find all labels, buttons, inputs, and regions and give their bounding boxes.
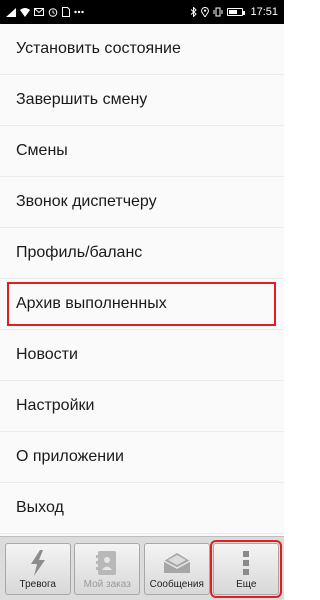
menu-item-exit[interactable]: Выход xyxy=(0,483,284,534)
alarm-button-label: Тревога xyxy=(19,578,56,590)
menu-item-label: Архив выполненных xyxy=(16,295,167,312)
messages-button-label: Сообщения xyxy=(149,578,204,590)
menu-item-label: Установить состояние xyxy=(16,40,181,57)
menu-item-label: Смены xyxy=(16,142,68,159)
menu-item-shifts[interactable]: Смены xyxy=(0,126,284,177)
status-bar: 17:51 xyxy=(0,0,284,24)
menu-item-about[interactable]: О приложении xyxy=(0,432,284,483)
signal-icon xyxy=(6,7,16,17)
email-icon xyxy=(34,8,44,16)
bottom-toolbar: Тревога Мой заказ Сообщения Еще xyxy=(0,536,284,600)
bluetooth-icon xyxy=(190,7,198,17)
more-button[interactable]: Еще xyxy=(210,539,283,598)
menu-item-label: Завершить смену xyxy=(16,91,148,108)
my-order-button[interactable]: Мой заказ xyxy=(74,542,141,595)
envelope-icon xyxy=(163,549,191,577)
lightning-icon xyxy=(29,549,47,577)
battery-level xyxy=(229,10,238,14)
menu-item-label: Профиль/баланс xyxy=(16,244,143,261)
menu-item-call-dispatcher[interactable]: Звонок диспетчеру xyxy=(0,177,284,228)
menu-item-label: Звонок диспетчеру xyxy=(16,193,157,210)
menu-item-profile-balance[interactable]: Профиль/баланс xyxy=(0,228,284,279)
wifi-icon xyxy=(20,7,30,17)
menu-item-settings[interactable]: Настройки xyxy=(0,381,284,432)
more-icon xyxy=(74,10,84,14)
alarm-icon xyxy=(48,7,58,17)
overflow-menu: Установить состояние Завершить смену Сме… xyxy=(0,24,284,536)
menu-item-label: Настройки xyxy=(16,397,95,414)
menu-item-label: Новости xyxy=(16,346,78,363)
status-time: 17:51 xyxy=(250,6,278,18)
status-right: 17:51 xyxy=(190,6,278,18)
my-order-button-label: Мой заказ xyxy=(83,578,131,590)
menu-item-news[interactable]: Новости xyxy=(0,330,284,381)
more-button-label: Еще xyxy=(236,578,257,590)
location-icon xyxy=(201,7,210,17)
menu-item-end-shift[interactable]: Завершить смену xyxy=(0,75,284,126)
vibrate-icon xyxy=(213,7,223,17)
alarm-button[interactable]: Тревога xyxy=(4,542,71,595)
messages-button[interactable]: Сообщения xyxy=(143,542,210,595)
menu-item-label: О приложении xyxy=(16,448,124,465)
menu-item-completed-archive[interactable]: Архив выполненных xyxy=(0,279,284,330)
menu-item-set-status[interactable]: Установить состояние xyxy=(0,24,284,75)
contact-card-icon xyxy=(96,549,118,577)
sim-icon xyxy=(62,7,70,17)
more-vertical-icon xyxy=(242,549,250,577)
menu-item-label: Выход xyxy=(16,499,64,516)
battery-icon xyxy=(227,8,246,16)
status-left xyxy=(6,7,84,17)
